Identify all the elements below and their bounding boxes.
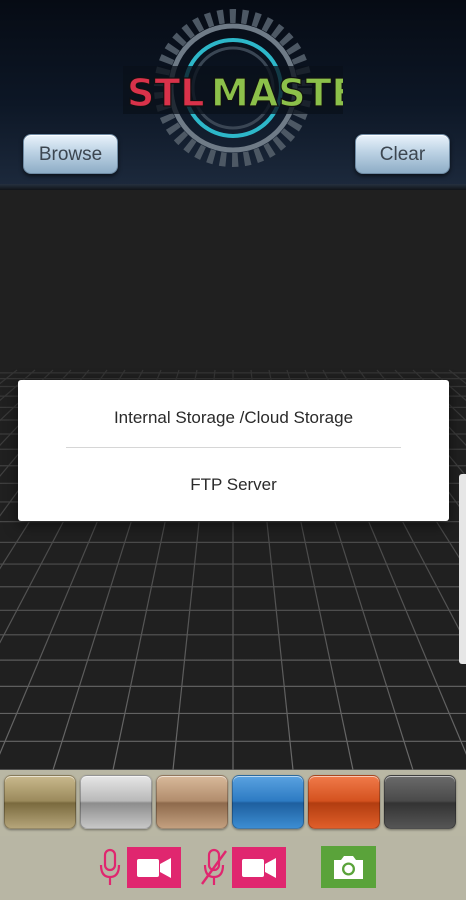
- material-bronze-swatch[interactable]: [156, 775, 228, 829]
- microphone-icon[interactable]: [98, 848, 122, 888]
- ftp-server-option[interactable]: FTP Server: [18, 455, 449, 515]
- material-silver-swatch[interactable]: [80, 775, 152, 829]
- microphone-muted-icon[interactable]: [200, 848, 228, 888]
- camera-icon[interactable]: [321, 846, 376, 888]
- source-select-dialog: Internal Storage /Cloud Storage FTP Serv…: [18, 380, 449, 521]
- video-camera-icon[interactable]: [232, 847, 286, 888]
- material-swatch-bar: [0, 770, 466, 836]
- video-camera-icon[interactable]: [127, 847, 181, 888]
- material-blue-swatch[interactable]: [232, 775, 304, 829]
- capture-controls-bar: [0, 836, 466, 900]
- internal-cloud-storage-option[interactable]: Internal Storage /Cloud Storage: [18, 388, 449, 448]
- scrollbar-thumb[interactable]: [459, 474, 466, 664]
- material-dark-gray-swatch[interactable]: [384, 775, 456, 829]
- material-gold-swatch[interactable]: [4, 775, 76, 829]
- material-orange-swatch[interactable]: [308, 775, 380, 829]
- dialog-divider: [66, 447, 401, 448]
